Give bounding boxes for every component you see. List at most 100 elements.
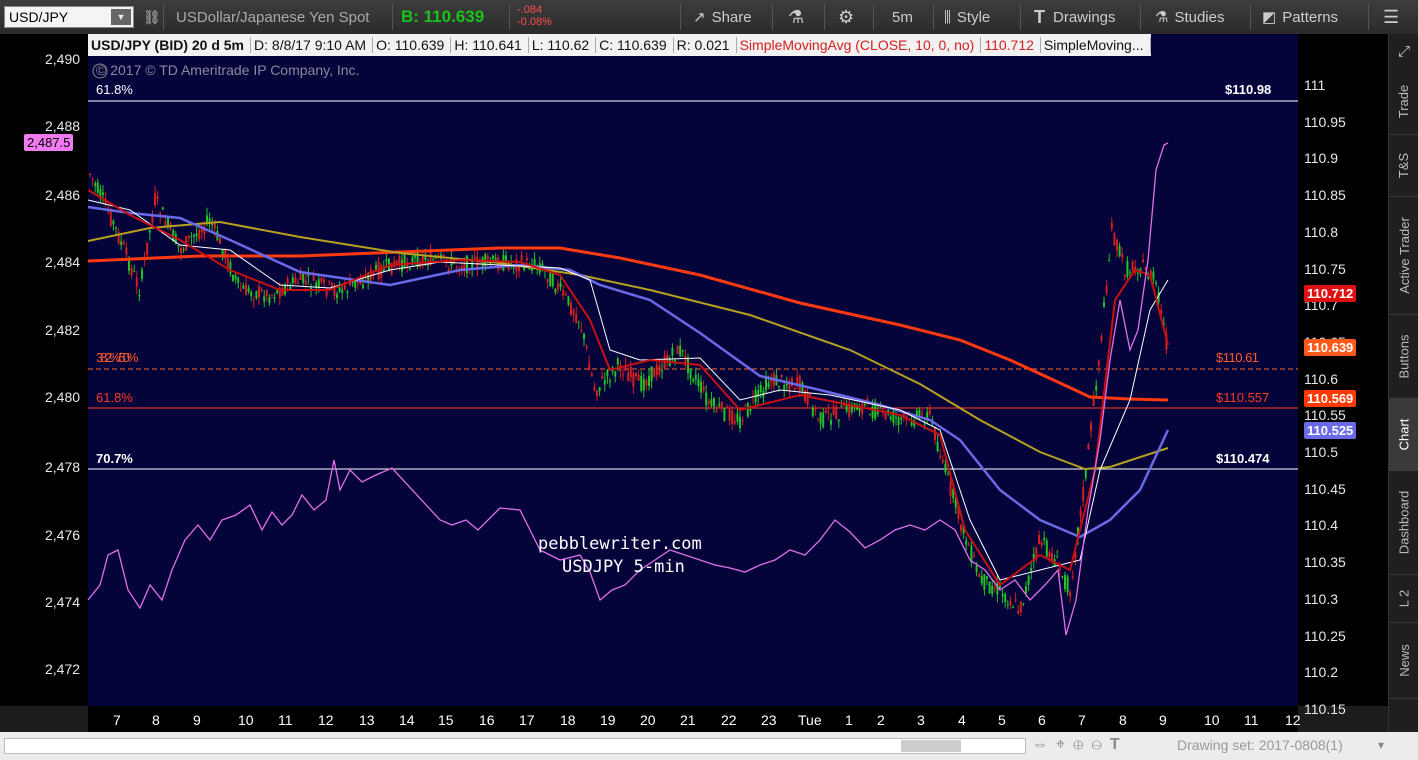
info-date: D: 8/8/17 9:10 AM — [251, 37, 374, 53]
link-icon[interactable]: ⛓ — [143, 0, 161, 34]
right-axis-tick: 110.55 — [1304, 407, 1346, 424]
crosshair-icon[interactable]: ⌖ — [1056, 736, 1073, 753]
right-axis-tick: 111 — [1304, 77, 1326, 93]
time-axis-tick: 6 — [1038, 712, 1046, 728]
chart-plot-area[interactable] — [88, 34, 1298, 706]
scrollbar-thumb[interactable] — [901, 740, 961, 752]
style-button[interactable]: ⫼ Style — [944, 0, 990, 34]
drawing-set-dropdown-icon[interactable]: ▾ — [1378, 738, 1384, 752]
drawings-label: Drawings — [1053, 8, 1116, 26]
tab-time-and-sales[interactable]: T&S — [1389, 134, 1418, 197]
time-axis-tick: 12 — [318, 712, 334, 728]
expand-chart-icon[interactable]: ⤢ — [1391, 34, 1417, 68]
tab-news[interactable]: News — [1389, 622, 1418, 699]
right-side-panel: ⤢ Trade T&S Active Trader Buttons Chart … — [1388, 34, 1418, 734]
sma2-study-label[interactable]: SimpleMoving... — [1041, 37, 1151, 53]
right-axis-tick: 110.45 — [1304, 480, 1346, 497]
time-axis-tick: 8 — [1119, 712, 1127, 728]
time-axis-tick: 12 — [1285, 712, 1301, 728]
right-axis-tick: 110.35 — [1304, 554, 1346, 571]
left-axis-tick: 2,486 — [45, 187, 81, 203]
fib-price-3: $110.474 — [1216, 451, 1270, 466]
left-axis-tick: 2,490 — [45, 51, 81, 67]
zoom-out-icon[interactable]: ⊖ — [1091, 736, 1109, 753]
price-tag-sma200: 110.569 — [1304, 390, 1357, 407]
main-toolbar: USD/JPY ▼ ⛓ USDollar/Japanese Yen Spot B… — [0, 0, 1418, 35]
right-axis-tick: 110.5 — [1304, 444, 1338, 460]
tab-buttons[interactable]: Buttons — [1389, 314, 1418, 399]
style-label: Style — [956, 8, 991, 26]
right-axis-tick: 110.8 — [1304, 223, 1338, 240]
patterns-button[interactable]: ◩ Patterns — [1262, 0, 1338, 34]
watermark-line-2: USDJPY 5-min — [562, 557, 685, 577]
tab-active-trader[interactable]: Active Trader — [1389, 196, 1418, 315]
time-axis-tick: 11 — [278, 712, 293, 728]
tab-level-2[interactable]: L 2 — [1389, 574, 1418, 623]
copyright-text: © 2017 © TD Ameritrade IP Company, Inc. — [96, 62, 360, 78]
tab-trade[interactable]: Trade — [1389, 68, 1418, 135]
drawings-button[interactable]: T Drawings — [1034, 0, 1116, 34]
right-axis-tick: 110.15 — [1304, 700, 1346, 717]
left-axis-tick: 2,488 — [45, 118, 81, 134]
info-low: L: 110.62 — [529, 37, 597, 53]
time-axis-tick: 3 — [917, 712, 925, 728]
left-axis-tick: 2,476 — [45, 527, 81, 543]
time-axis-tick: 22 — [721, 712, 737, 728]
info-close: C: 110.639 — [596, 37, 674, 53]
watermark-line-1: pebblewriter.com — [538, 534, 702, 554]
sma-study-value: 110.712 — [981, 37, 1041, 53]
time-axis-tick: 9 — [193, 712, 201, 728]
text-tool-icon: T — [1034, 6, 1045, 27]
fib-label-2: 61.8% — [96, 390, 133, 405]
patterns-icon: ◩ — [1262, 9, 1277, 26]
patterns-label: Patterns — [1282, 8, 1339, 26]
time-axis-tick: 10 — [238, 712, 254, 728]
drawing-set-label[interactable]: Drawing set: 2017-0808(1) — [1177, 737, 1343, 753]
info-range: R: 0.021 — [674, 37, 737, 53]
studies-label: Studies — [1174, 8, 1225, 26]
time-axis-tick: 4 — [958, 712, 966, 728]
share-button[interactable]: ↗ Share — [693, 0, 752, 34]
time-axis-tick: 8 — [152, 712, 160, 728]
tab-chart[interactable]: Chart — [1389, 398, 1418, 471]
symbol-selector[interactable]: USD/JPY ▼ — [4, 6, 134, 28]
right-axis-tick: 110.3 — [1304, 590, 1338, 607]
right-axis-tick: 110.6 — [1304, 370, 1338, 387]
time-axis-tick: 13 — [359, 712, 375, 728]
share-icon: ↗ — [693, 9, 706, 26]
chevron-down-icon[interactable]: ▼ — [111, 9, 131, 25]
text-tool-icon[interactable]: T — [1110, 736, 1128, 753]
flask-icon[interactable]: ⚗ — [788, 0, 804, 34]
chart-title: USD/JPY (BID) 20 d 5m — [88, 37, 252, 53]
time-axis-tick: 20 — [640, 712, 656, 728]
time-axis-tick: 10 — [1204, 712, 1220, 728]
info-high: H: 110.641 — [451, 37, 529, 53]
change-value: -.084 — [517, 4, 543, 16]
time-axis-tick: 9 — [1159, 712, 1167, 728]
time-axis-tick: 21 — [680, 712, 696, 728]
tab-dashboard[interactable]: Dashboard — [1389, 470, 1418, 575]
bottom-bar: ⇔⌖⊕⊖T Drawing set: 2017-0808(1) ▾ — [0, 732, 1418, 760]
horizontal-scrollbar[interactable] — [4, 738, 1026, 754]
left-axis-tick: 2,482 — [45, 322, 81, 338]
sma-study-label[interactable]: SimpleMovingAvg (CLOSE, 10, 0, no) — [737, 37, 982, 53]
right-axis-tick: 110.75 — [1304, 260, 1346, 277]
gear-icon[interactable]: ⚙ — [838, 0, 854, 34]
zoom-in-icon[interactable]: ⊕ — [1073, 736, 1091, 753]
menu-icon[interactable]: ☰ — [1383, 0, 1399, 34]
price-tag-last: 110.639 — [1304, 339, 1357, 356]
left-axis-tick: 2,472 — [45, 661, 81, 677]
price-tag-sma10: 110.712 — [1304, 285, 1357, 302]
time-axis-tick: 7 — [113, 712, 121, 728]
right-axis-tick: 110.2 — [1304, 664, 1338, 681]
time-axis-tick: 7 — [1078, 712, 1086, 728]
interval-selector[interactable]: 5m — [892, 0, 913, 34]
expand-horizontal-icon[interactable]: ⇔ — [1032, 736, 1056, 753]
studies-button[interactable]: ⚗ Studies — [1155, 0, 1225, 34]
time-axis-tick: 1 — [845, 712, 853, 728]
left-axis-tick: 2,478 — [45, 459, 81, 475]
fib-price-2: $110.557 — [1216, 390, 1270, 405]
left-axis-tick: 2,484 — [45, 254, 81, 270]
time-axis-tick: 5 — [998, 712, 1006, 728]
symbol-description: USDollar/Japanese Yen Spot — [176, 8, 370, 26]
